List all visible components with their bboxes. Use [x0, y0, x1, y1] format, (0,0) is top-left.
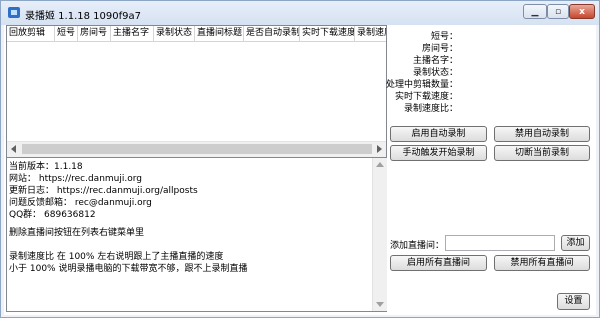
client-area: 回放剪辑 短号 房间号 主播名字 录制状态 直播间标题 是否自动录制 实时下载速… [4, 25, 596, 315]
app-icon [8, 7, 20, 18]
column-header-record-speed-ratio[interactable]: 录制速度比 [355, 26, 386, 42]
column-header-download-speed[interactable]: 实时下载速度 [300, 26, 355, 42]
log-vertical-scrollbar[interactable] [372, 158, 387, 311]
manual-start-record-button[interactable]: 手动触发开始录制 [390, 145, 487, 161]
settings-button[interactable]: 设置 [557, 293, 590, 310]
disable-auto-record-button[interactable]: 禁用自动录制 [494, 126, 590, 142]
scroll-down-icon[interactable] [376, 302, 384, 307]
scroll-up-icon[interactable] [376, 162, 384, 167]
add-room-button[interactable]: 添加 [561, 235, 590, 251]
column-header-stream-title[interactable]: 直播间标题 [195, 26, 244, 42]
enable-auto-record-button[interactable]: 启用自动录制 [390, 126, 487, 142]
scroll-right-icon[interactable] [377, 145, 382, 153]
cut-current-record-button[interactable]: 切断当前录制 [494, 145, 590, 161]
info-label-record-speed-ratio: 录制速度比： [403, 104, 458, 114]
maximize-button[interactable]: ▫ [547, 4, 569, 19]
close-button[interactable]: x [569, 4, 595, 19]
title-bar: 录播姬 1.1.18 1090f9a7 ▁ ▫ x [1, 1, 599, 25]
enable-all-rooms-button[interactable]: 启用所有直播间 [390, 255, 487, 271]
maximize-icon: ▫ [554, 6, 562, 17]
close-icon: x [579, 6, 585, 17]
window-title: 录播姬 1.1.18 1090f9a7 [25, 11, 141, 22]
column-header-record-status[interactable]: 录制状态 [154, 26, 195, 42]
log-line: 小于 100% 说明录播电脑的下载带宽不够，跟不上录制直播 [9, 264, 248, 274]
column-header-auto-record[interactable]: 是否自动录制 [244, 26, 300, 42]
log-line: QQ群： 689636812 [9, 210, 96, 220]
minimize-icon: ▁ [531, 6, 539, 17]
grid-horizontal-scrollbar[interactable] [7, 141, 386, 157]
scroll-left-icon[interactable] [11, 145, 16, 153]
app-window: 录播姬 1.1.18 1090f9a7 ▁ ▫ x 回放剪辑 短号 房间号 主播… [0, 0, 600, 318]
scrollbar-thumb[interactable] [22, 144, 372, 154]
column-header-streamer-name[interactable]: 主播名字 [111, 26, 154, 42]
column-header-short-id[interactable]: 短号 [55, 26, 78, 42]
add-room-input[interactable] [445, 235, 555, 251]
add-room-label: 添加直播间： [390, 241, 445, 251]
minimize-button[interactable]: ▁ [523, 4, 547, 19]
log-textbox[interactable]: 当前版本：1.1.18 网站： https://rec.danmuji.org … [6, 157, 387, 312]
log-line: 删除直播间按钮在列表右键菜单里 [9, 228, 145, 238]
disable-all-rooms-button[interactable]: 禁用所有直播间 [494, 255, 590, 271]
column-header-room-id[interactable]: 房间号 [78, 26, 111, 42]
column-header-replay-clip[interactable]: 回放剪辑 [7, 26, 55, 42]
room-list-grid[interactable]: 回放剪辑 短号 房间号 主播名字 录制状态 直播间标题 是否自动录制 实时下载速… [6, 25, 387, 157]
